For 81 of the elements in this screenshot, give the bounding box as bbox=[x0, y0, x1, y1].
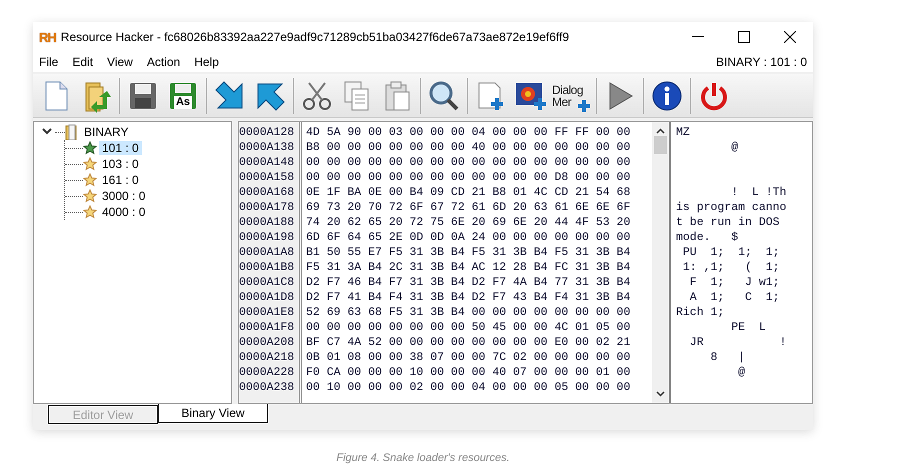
menu-item[interactable]: Edit bbox=[72, 55, 94, 69]
hex-bytes: 4D 5A 90 00 03 00 00 00 04 00 00 00 FF FF 00 00 bbox=[306, 125, 632, 140]
address-text: 0000A218 bbox=[239, 350, 296, 365]
tree-item[interactable]: BINARY bbox=[81, 125, 132, 139]
address-text: 0000A188 bbox=[239, 215, 296, 230]
caret-up-icon[interactable] bbox=[656, 128, 665, 134]
tree-item[interactable]: 3000 : 0 bbox=[99, 189, 148, 203]
view-tab[interactable]: Binary View bbox=[158, 404, 268, 423]
address-text: 0000A1B8 bbox=[239, 260, 296, 275]
ascii-text: mode. $ bbox=[676, 230, 740, 245]
ascii-text: @ bbox=[737, 365, 746, 380]
hex-bytes: 69 73 20 70 72 6F 67 72 61 6D 20 63 61 6E 6E 6F bbox=[306, 200, 632, 215]
hex-bytes: 00 00 00 00 00 00 00 00 50 45 00 00 4C 01 05 00 bbox=[306, 320, 632, 335]
ascii-text: F 1; J w1; bbox=[688, 275, 781, 290]
figure-caption: Figure 4. Snake loader's resources. bbox=[335, 452, 511, 464]
chevron-icon[interactable] bbox=[42, 128, 52, 136]
folder-icon bbox=[65, 124, 79, 140]
maximize-icon[interactable] bbox=[738, 31, 750, 43]
scrollbar[interactable] bbox=[652, 122, 669, 403]
minimize-icon[interactable] bbox=[692, 36, 704, 38]
hex-bytes: F0 CA 00 00 00 10 00 00 00 40 07 00 00 00 01 00 bbox=[306, 365, 632, 380]
hex-bytes: D2 F7 41 B4 F4 31 3B B4 D2 F7 43 B4 F4 31 3B B4 bbox=[306, 290, 632, 305]
window-title: Resource Hacker - fc68026b83392aa227e9adf9c71289cb51ba03427f6de67a73ae872e19ef6ff9 bbox=[60, 30, 570, 44]
ascii-text: @ bbox=[730, 140, 740, 155]
hex-bytes: 00 10 00 00 00 02 00 00 04 00 00 00 05 00 00 00 bbox=[306, 380, 632, 395]
ascii-text: 1: ,1; ( 1; bbox=[682, 260, 781, 275]
address-text: 0000A1E8 bbox=[239, 305, 296, 320]
hex-bytes: 0E 1F BA 0E 00 B4 09 CD 21 B8 01 4C CD 21 54 68 bbox=[306, 185, 632, 200]
menu-item[interactable]: View bbox=[107, 55, 133, 69]
caret-down-icon[interactable] bbox=[656, 391, 665, 397]
address-text: 0000A228 bbox=[239, 365, 296, 380]
hex-bytes: 00 00 00 00 00 00 00 00 00 00 00 00 00 00 00 00 bbox=[306, 155, 632, 170]
hex-bytes: 6D 6F 64 65 2E 0D 0D 0A 24 00 00 00 00 00 00 00 bbox=[306, 230, 632, 245]
address-text: 0000A1F8 bbox=[239, 320, 296, 335]
address-text: 0000A1A8 bbox=[239, 245, 296, 260]
hex-bytes: 00 00 00 00 00 00 00 00 00 00 00 00 D8 00 00 00 bbox=[306, 170, 632, 185]
star-icon bbox=[83, 141, 97, 155]
tree-item[interactable]: 161 : 0 bbox=[99, 173, 142, 187]
address-text: 0000A1D8 bbox=[239, 290, 296, 305]
ascii-text: PE L bbox=[730, 320, 767, 335]
address-text: 0000A1C8 bbox=[239, 275, 296, 290]
ascii-text: MZ bbox=[676, 125, 691, 140]
ascii-text: PU 1; 1; 1; bbox=[682, 245, 781, 260]
hex-bytes: BF C7 4A 52 00 00 00 00 00 00 00 00 E0 00 02 21 bbox=[306, 335, 632, 350]
close-icon[interactable] bbox=[784, 31, 796, 43]
menu-item[interactable]: File bbox=[39, 55, 58, 69]
hex-bytes: 0B 01 08 00 00 38 07 00 00 7C 02 00 00 00 00 00 bbox=[306, 350, 632, 365]
hex-bytes: B8 00 00 00 00 00 00 00 40 00 00 00 00 00 00 00 bbox=[306, 140, 632, 155]
address-text: 0000A168 bbox=[239, 185, 296, 200]
status-text: BINARY : 101 : 0 bbox=[716, 55, 807, 69]
hex-bytes: 52 69 63 68 F5 31 3B B4 00 00 00 00 00 00 00 00 bbox=[306, 305, 632, 320]
hex-bytes: 74 20 62 65 20 72 75 6E 20 69 6E 20 44 4F 53 20 bbox=[306, 215, 632, 230]
menu-item[interactable]: Help bbox=[194, 55, 219, 69]
star-icon bbox=[83, 173, 97, 187]
ascii-text: is program canno bbox=[676, 200, 788, 215]
scrollbar-thumb[interactable] bbox=[654, 136, 667, 154]
tree-item[interactable]: 101 : 0 bbox=[99, 141, 142, 155]
address-text: 0000A128 bbox=[239, 125, 296, 140]
hex-bytes: D2 F7 46 B4 F7 31 3B B4 D2 F7 4A B4 77 31 3B B4 bbox=[306, 275, 632, 290]
hex-bytes: B1 50 55 E7 F5 31 3B B4 F5 31 3B B4 F5 31 3B B4 bbox=[306, 245, 632, 260]
address-text: 0000A148 bbox=[239, 155, 296, 170]
address-text: 0000A198 bbox=[239, 230, 296, 245]
star-icon bbox=[83, 205, 97, 219]
tree-item[interactable]: 4000 : 0 bbox=[99, 205, 148, 219]
address-text: 0000A178 bbox=[239, 200, 296, 215]
star-icon bbox=[83, 157, 97, 171]
ascii-text: A 1; C 1; bbox=[688, 290, 781, 305]
menu-item[interactable]: Action bbox=[146, 55, 180, 69]
address-text: 0000A208 bbox=[239, 335, 296, 350]
address-text: 0000A238 bbox=[239, 380, 296, 395]
star-icon bbox=[83, 189, 97, 203]
hex-bytes: F5 31 3A B4 2C 31 3B B4 AC 12 28 B4 FC 31 3B B4 bbox=[306, 260, 632, 275]
address-text: 0000A158 bbox=[239, 170, 296, 185]
tree-item[interactable]: 103 : 0 bbox=[99, 157, 142, 171]
ascii-text: t be run in DOS bbox=[676, 215, 781, 230]
ascii-text: JR ! bbox=[688, 335, 788, 350]
ascii-text: 8 | bbox=[710, 350, 746, 365]
ascii-text: ! L !Th bbox=[730, 185, 788, 200]
address-text: 0000A138 bbox=[239, 140, 296, 155]
app-logo: RH bbox=[39, 30, 56, 44]
ascii-text: Rich 1; bbox=[676, 305, 726, 320]
